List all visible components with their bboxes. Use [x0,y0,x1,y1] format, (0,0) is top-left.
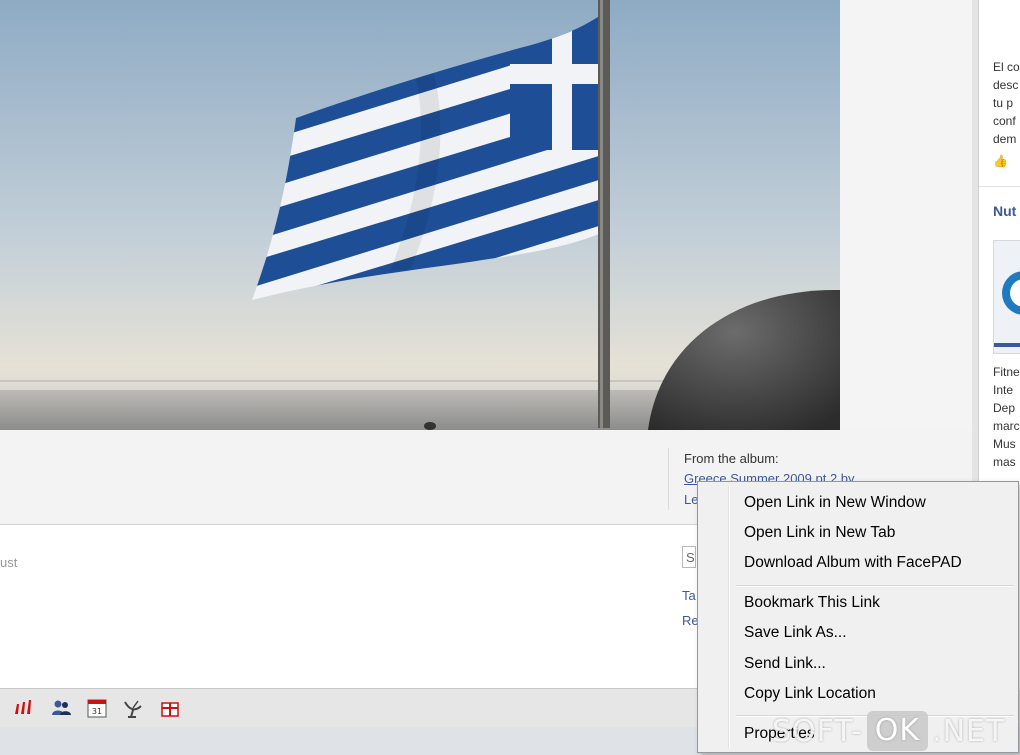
gift-icon[interactable] [159,697,181,719]
sidebar-ad-text-line: El co [993,60,1020,74]
friends-icon[interactable] [50,697,72,719]
comment-text: ust [0,555,18,570]
album-from-label: From the album: [684,451,779,466]
tag-link[interactable]: Ta [682,588,696,603]
sidebar-ad-text-line: Mus [993,437,1016,451]
caption-divider [668,448,669,510]
menu-send-link[interactable]: Send Link... [744,655,826,673]
watermark-right: .NET [932,713,1006,749]
watermark: SOFT- OK .NET [772,708,1005,754]
menu-separator [736,585,1014,587]
menu-bookmark-link[interactable]: Bookmark This Link [744,594,880,612]
watermark-box: OK [866,711,929,751]
sidebar-separator [979,186,1020,187]
side-input[interactable]: S [682,546,696,568]
photo-viewer [0,0,972,430]
sidebar-ad-text-line: conf [993,114,1016,128]
menu-open-new-window[interactable]: Open Link in New Window [744,494,926,512]
calendar-icon[interactable]: 31 [86,697,108,719]
sidebar-ad-text-line: desc [993,78,1019,92]
watermark-left: SOFT- [772,713,863,749]
sidebar-ad-text-line: Dep [993,401,1016,415]
sidebar-ad-text-line: Fitne [993,365,1020,379]
calendar-day-text: 31 [92,707,102,716]
menu-gutter [728,486,730,748]
sidebar-ad-heading[interactable]: Nut [993,203,1016,219]
menu-open-new-tab[interactable]: Open Link in New Tab [744,524,895,542]
menu-save-link-as[interactable]: Save Link As... [744,624,847,642]
satellite-dish-icon[interactable] [122,697,144,719]
sidebar-ad-text-line: tu p [993,96,1014,110]
thumbs-up-icon[interactable]: 👍 [993,154,1008,168]
menu-copy-link-location[interactable]: Copy Link Location [744,685,876,703]
sidebar-ad-text-line: dem [993,132,1017,146]
sidebar-ad-text-line: Inte [993,383,1014,397]
sidebar-ad-text-line: mas [993,455,1016,469]
greek-flag-photo[interactable] [0,0,840,430]
signal-bars-icon[interactable] [12,697,34,719]
menu-download-album-facepad[interactable]: Download Album with FacePAD [744,554,962,572]
sidebar-ad-thumbnail[interactable] [993,240,1020,354]
sidebar-ad-text-line: marc [993,419,1020,433]
